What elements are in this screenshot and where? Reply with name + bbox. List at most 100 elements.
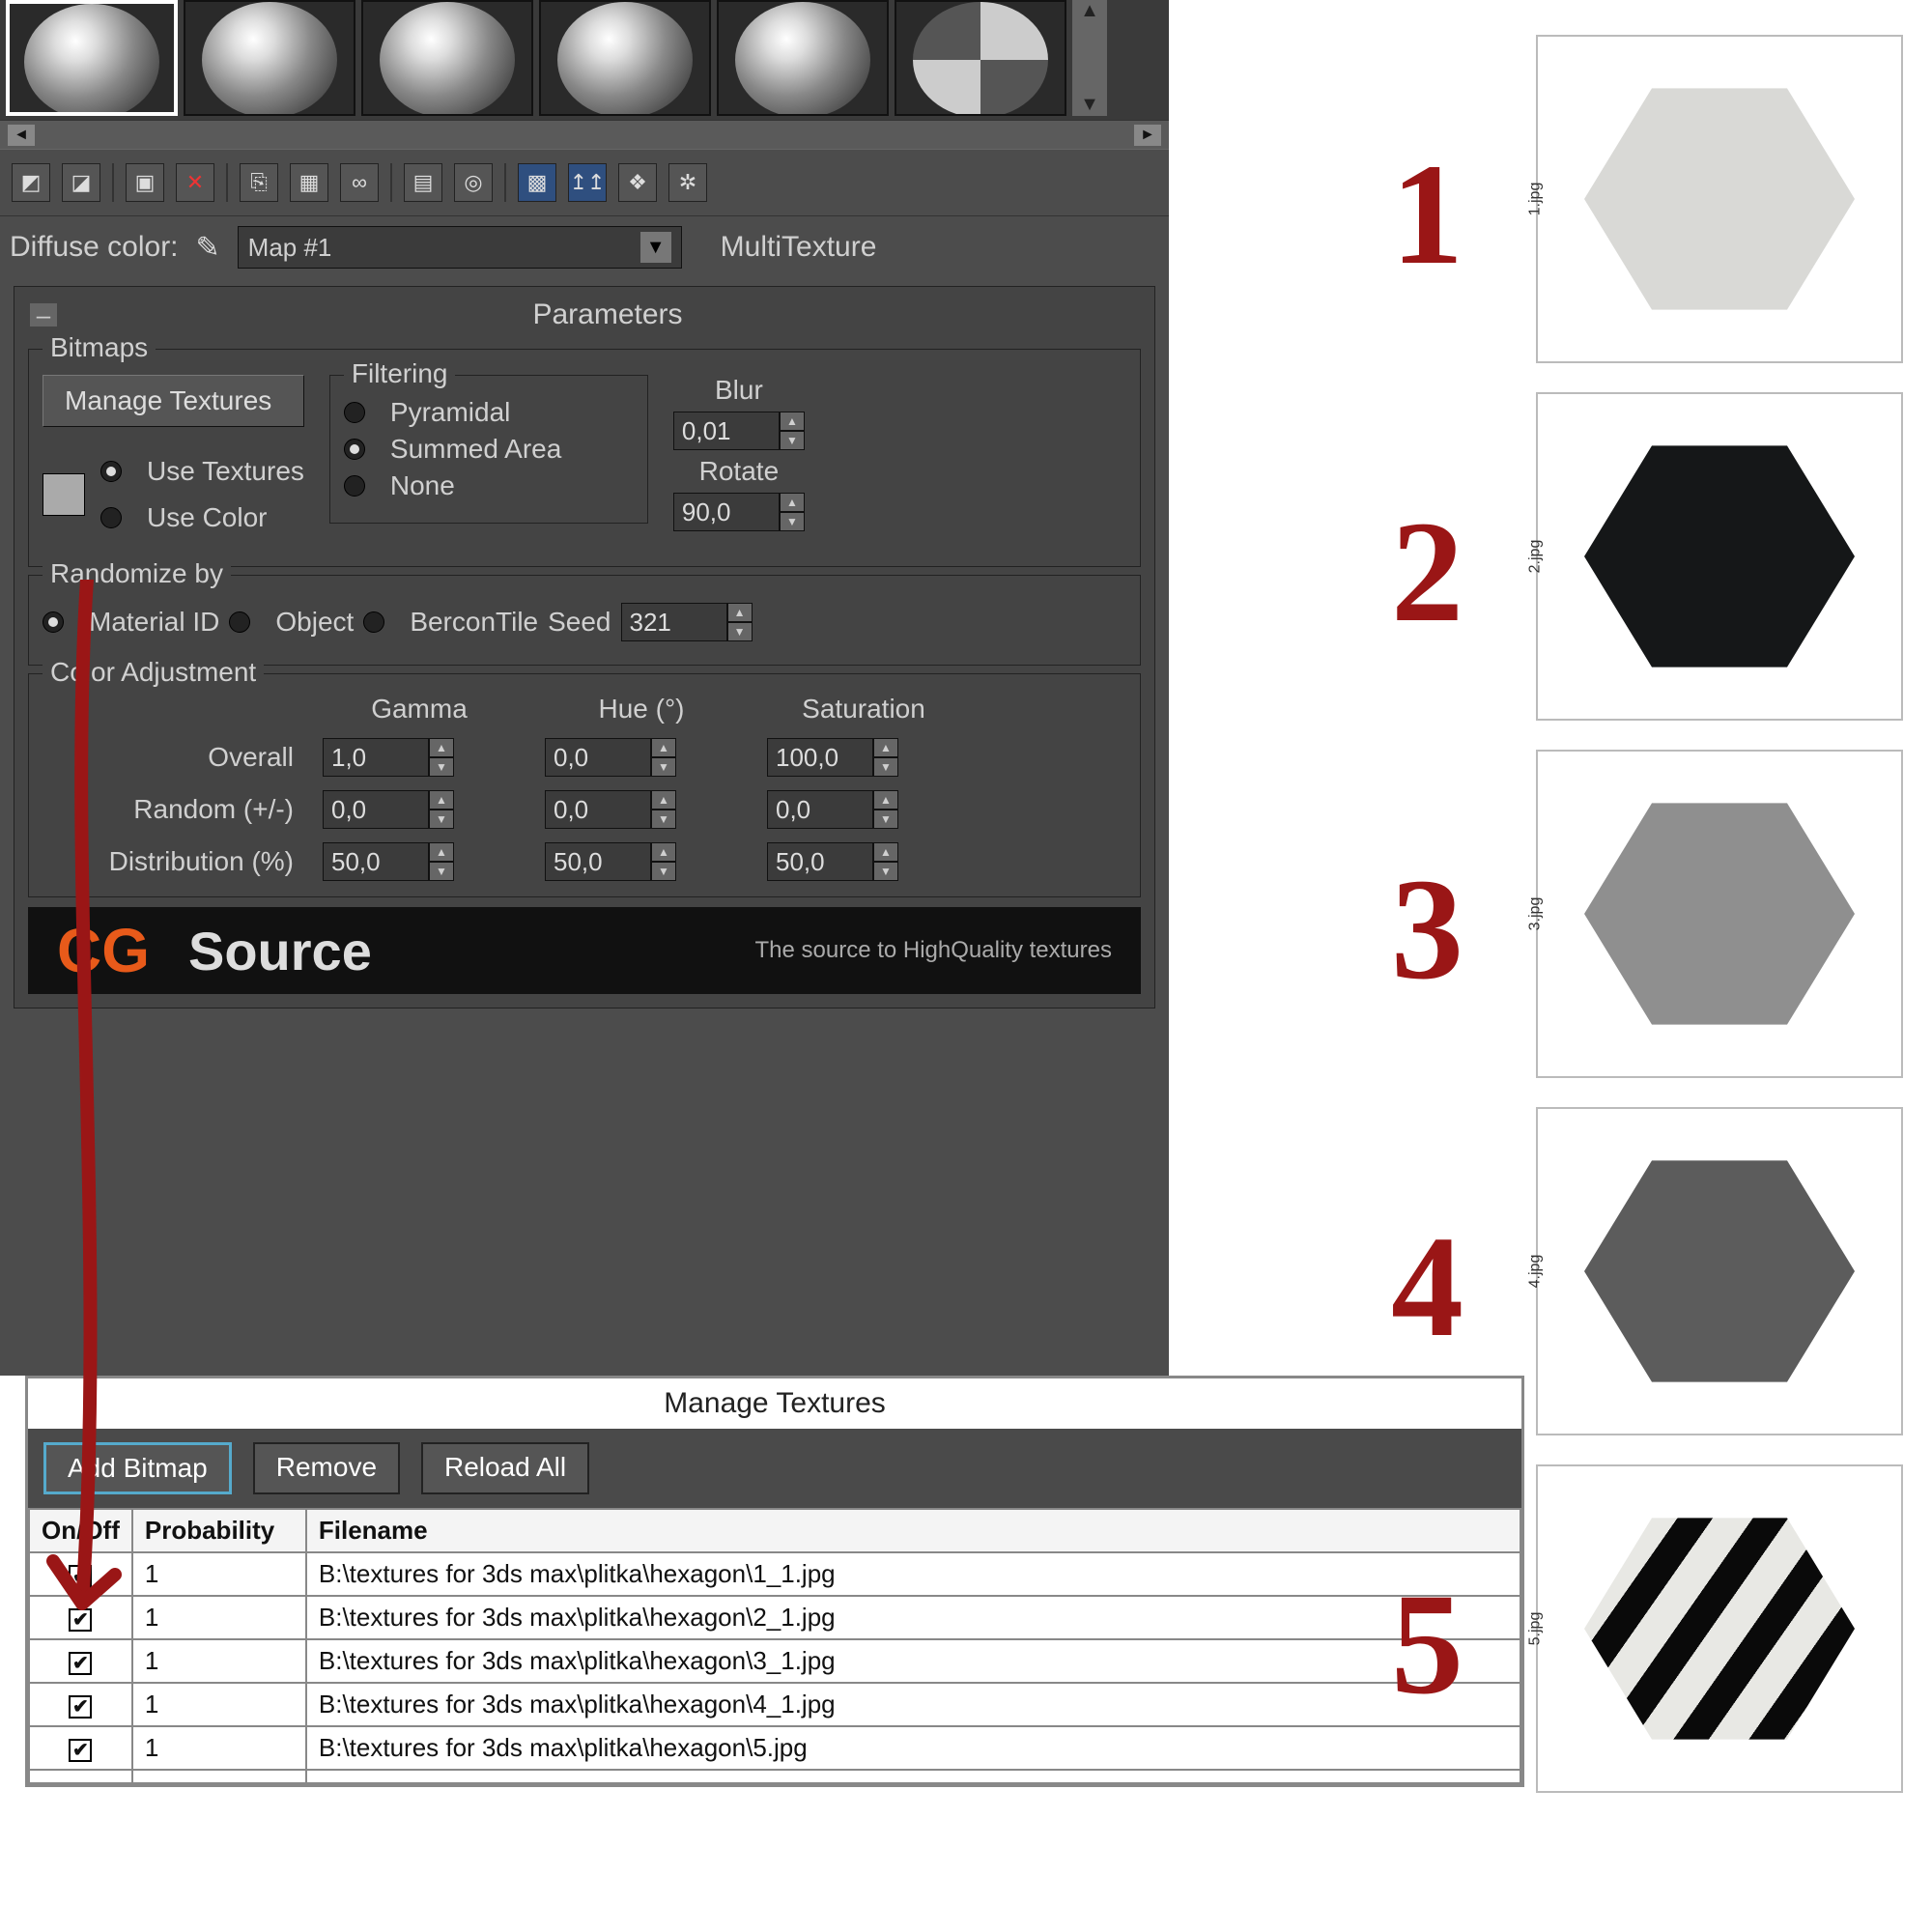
- randomize-group: Randomize by Material ID Object BerconTi…: [28, 575, 1141, 666]
- chevron-down-icon[interactable]: ▼: [640, 232, 671, 263]
- checkbox-icon[interactable]: ✔: [69, 1739, 92, 1762]
- scroll-left-icon[interactable]: ◄: [8, 125, 35, 146]
- put-to-library-icon[interactable]: ▦: [290, 163, 328, 202]
- swatch-caption: 2.jpg: [1526, 540, 1544, 574]
- use-textures-radio[interactable]: Use Textures: [100, 456, 304, 487]
- checkbox-icon[interactable]: ✔: [69, 1652, 92, 1675]
- onoff-cell[interactable]: ✔: [29, 1552, 132, 1596]
- diffuse-color-label: Diffuse color:: [10, 231, 179, 264]
- dist-sat-spinner[interactable]: ▲▼: [767, 842, 960, 881]
- go-to-parent-icon[interactable]: ↥↥: [568, 163, 607, 202]
- filename-cell[interactable]: B:\textures for 3ds max\plitka\hexagon\1…: [306, 1552, 1520, 1596]
- probability-cell[interactable]: 1: [132, 1596, 306, 1639]
- hex-swatch: [1536, 392, 1903, 721]
- summed-area-radio[interactable]: Summed Area: [344, 434, 634, 465]
- bitmaps-group: Bitmaps Manage Textures Use Textures Use…: [28, 349, 1141, 567]
- annotation-number: 3: [1391, 846, 1463, 1012]
- col-filename[interactable]: Filename: [306, 1509, 1520, 1552]
- object-radio[interactable]: Object: [229, 607, 354, 638]
- hex-swatch-card: 5 5.jpg: [1536, 1464, 1913, 1793]
- separator: [504, 163, 506, 202]
- checkbox-icon[interactable]: ✔: [69, 1695, 92, 1719]
- dist-hue-spinner[interactable]: ▲▼: [545, 842, 738, 881]
- col-onoff[interactable]: On/Off: [29, 1509, 132, 1552]
- onoff-cell[interactable]: ✔: [29, 1639, 132, 1683]
- table-row[interactable]: ✔ 1B:\textures for 3ds max\plitka\hexagon…: [29, 1639, 1520, 1683]
- table-row[interactable]: ✔ 1B:\textures for 3ds max\plitka\hexagon…: [29, 1726, 1520, 1770]
- hue-header: Hue (°): [545, 694, 738, 724]
- show-map-icon[interactable]: ▤: [404, 163, 442, 202]
- show-end-result-icon[interactable]: ◎: [454, 163, 493, 202]
- onoff-cell[interactable]: ✔: [29, 1683, 132, 1726]
- material-slot[interactable]: [895, 0, 1066, 116]
- blur-label: Blur: [715, 375, 763, 406]
- probability-cell[interactable]: 1: [132, 1552, 306, 1596]
- table-row[interactable]: ✔ 1B:\textures for 3ds max\plitka\hexagon…: [29, 1683, 1520, 1726]
- random-gamma-spinner[interactable]: ▲▼: [323, 790, 516, 829]
- checkbox-icon[interactable]: ✔: [69, 1608, 92, 1632]
- table-row[interactable]: ✔ 1B:\textures for 3ds max\plitka\hexagon…: [29, 1596, 1520, 1639]
- background-icon[interactable]: ▩: [518, 163, 556, 202]
- cgsource-banner[interactable]: CG Source The source to HighQuality text…: [28, 907, 1141, 994]
- probability-cell[interactable]: 1: [132, 1726, 306, 1770]
- onoff-cell[interactable]: ✔: [29, 1726, 132, 1770]
- get-material-icon[interactable]: ◩: [12, 163, 50, 202]
- random-sat-spinner[interactable]: ▲▼: [767, 790, 960, 829]
- scroll-up-icon[interactable]: ▲: [1080, 0, 1099, 22]
- table-row[interactable]: ✔ 1B:\textures for 3ds max\plitka\hexagon…: [29, 1552, 1520, 1596]
- filename-cell[interactable]: B:\textures for 3ds max\plitka\hexagon\4…: [306, 1683, 1520, 1726]
- filename-cell[interactable]: B:\textures for 3ds max\plitka\hexagon\2…: [306, 1596, 1520, 1639]
- dist-gamma-spinner[interactable]: ▲▼: [323, 842, 516, 881]
- banner-tagline: The source to HighQuality textures: [754, 937, 1112, 964]
- filename-cell[interactable]: B:\textures for 3ds max\plitka\hexagon\5…: [306, 1726, 1520, 1770]
- remove-button[interactable]: Remove: [253, 1442, 400, 1494]
- overall-label: Overall: [43, 742, 294, 773]
- map-name-text: Map #1: [248, 233, 332, 263]
- material-id-icon[interactable]: ∞: [340, 163, 379, 202]
- material-slot[interactable]: [184, 0, 355, 116]
- add-bitmap-button[interactable]: Add Bitmap: [43, 1442, 232, 1494]
- material-slot[interactable]: [717, 0, 889, 116]
- random-hue-spinner[interactable]: ▲▼: [545, 790, 738, 829]
- go-forward-icon[interactable]: ❖: [618, 163, 657, 202]
- map-type-button[interactable]: MultiTexture: [699, 231, 898, 264]
- probability-cell[interactable]: 1: [132, 1639, 306, 1683]
- scroll-down-icon[interactable]: ▼: [1080, 94, 1099, 116]
- material-slot[interactable]: [361, 0, 533, 116]
- slot-scrollbar-horizontal[interactable]: ◄ ►: [0, 120, 1169, 149]
- overall-hue-spinner[interactable]: ▲▼: [545, 738, 738, 777]
- bercontile-radio[interactable]: BerconTile: [363, 607, 538, 638]
- overall-gamma-spinner[interactable]: ▲▼: [323, 738, 516, 777]
- scroll-right-icon[interactable]: ►: [1134, 125, 1161, 146]
- color-swatch[interactable]: [43, 473, 85, 516]
- assign-to-selection-icon[interactable]: ▣: [126, 163, 164, 202]
- filtering-group: Filtering Pyramidal Summed Area None: [329, 375, 648, 524]
- probability-cell[interactable]: 1: [132, 1683, 306, 1726]
- make-unique-icon[interactable]: ⎘: [240, 163, 278, 202]
- annotation-number: 4: [1391, 1204, 1463, 1370]
- sample-type-icon[interactable]: ✲: [668, 163, 707, 202]
- onoff-cell[interactable]: ✔: [29, 1596, 132, 1639]
- use-color-radio[interactable]: Use Color: [100, 502, 304, 533]
- filename-cell[interactable]: B:\textures for 3ds max\plitka\hexagon\3…: [306, 1639, 1520, 1683]
- eyedropper-icon[interactable]: ✎: [196, 231, 220, 265]
- checkbox-icon[interactable]: ✔: [69, 1565, 92, 1588]
- put-to-scene-icon[interactable]: ◪: [62, 163, 100, 202]
- col-probability[interactable]: Probability: [132, 1509, 306, 1552]
- material-slot[interactable]: [539, 0, 711, 116]
- material-id-radio[interactable]: Material ID: [43, 607, 219, 638]
- reload-all-button[interactable]: Reload All: [421, 1442, 589, 1494]
- none-radio[interactable]: None: [344, 470, 634, 501]
- rotate-spinner[interactable]: ▲▼: [673, 493, 805, 531]
- seed-spinner[interactable]: ▲▼: [621, 603, 753, 641]
- overall-sat-spinner[interactable]: ▲▼: [767, 738, 960, 777]
- manage-textures-button[interactable]: Manage Textures: [43, 375, 304, 427]
- slot-scrollbar-vertical[interactable]: ▲ ▼: [1072, 0, 1107, 116]
- map-name-dropdown[interactable]: Map #1 ▼: [238, 226, 682, 269]
- delete-icon[interactable]: ✕: [176, 163, 214, 202]
- color-adjustment-group: Color Adjustment Gamma Hue (°) Saturatio…: [28, 673, 1141, 897]
- collapse-button[interactable]: –: [30, 303, 57, 327]
- pyramidal-radio[interactable]: Pyramidal: [344, 397, 634, 428]
- blur-spinner[interactable]: ▲▼: [673, 412, 805, 450]
- material-slot[interactable]: [6, 0, 178, 116]
